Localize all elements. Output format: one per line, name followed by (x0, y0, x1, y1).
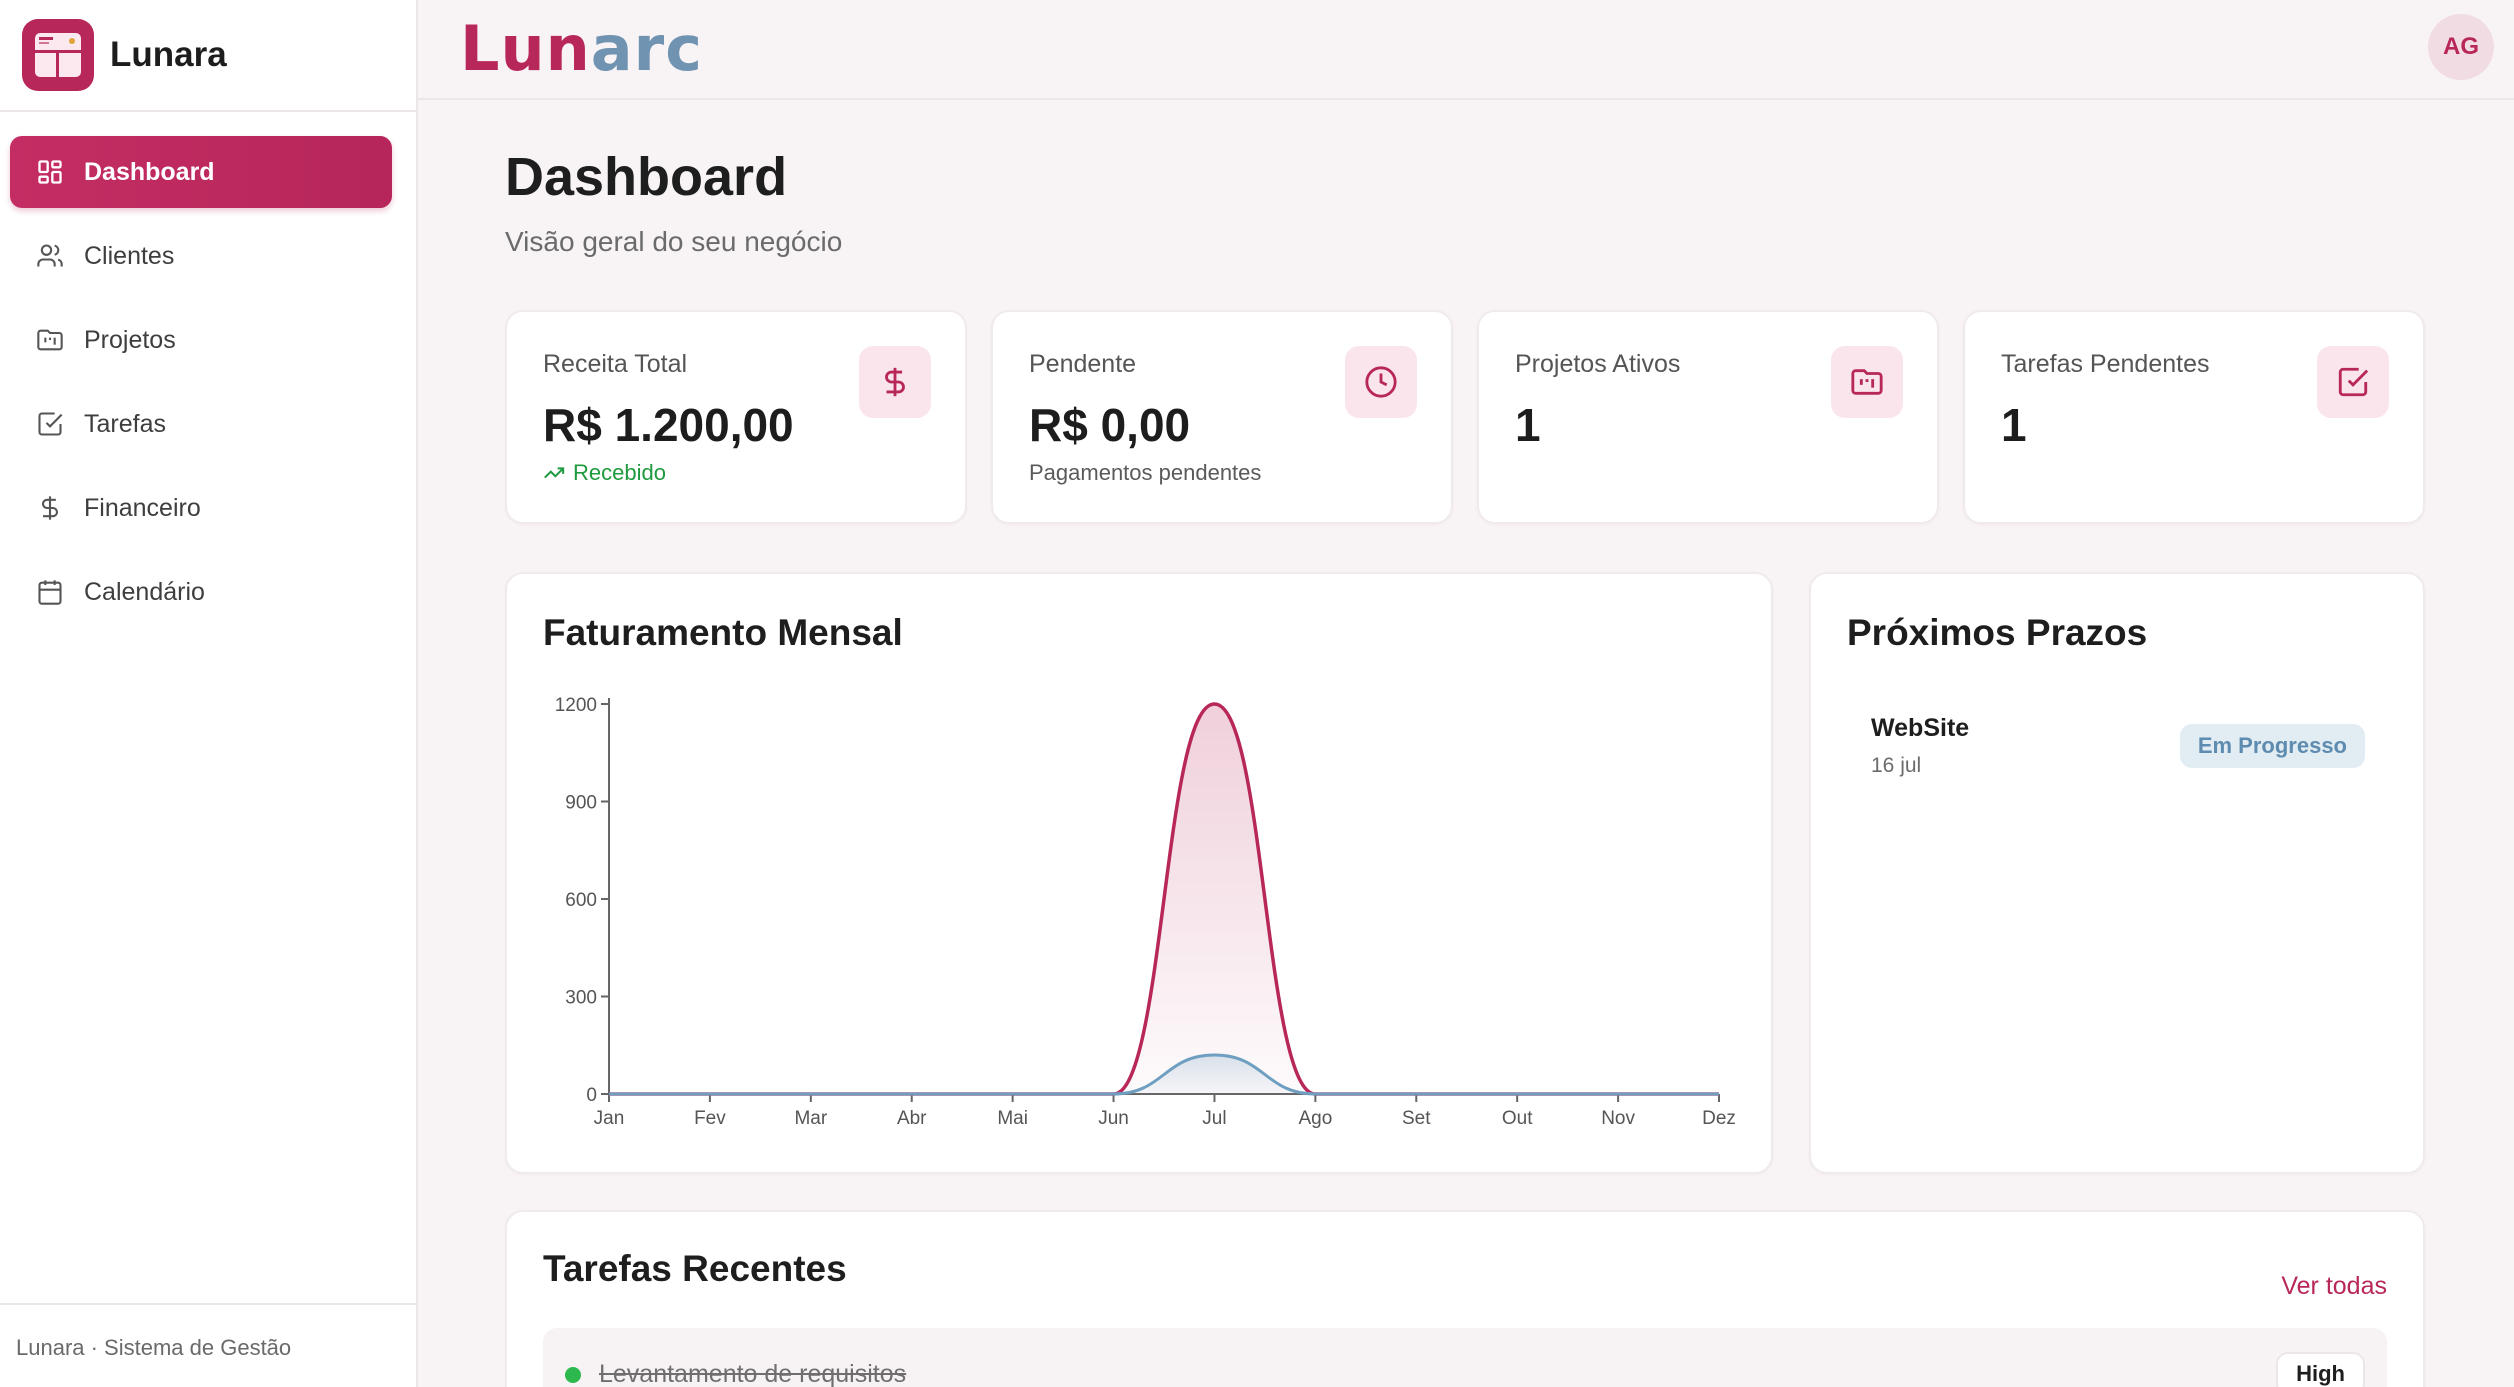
stat-card-tarefas-pendentes: Tarefas Pendentes 1 (1963, 310, 2425, 524)
stat-label: Projetos Ativos (1515, 350, 1681, 378)
x-tick-label: Set (1402, 1108, 1431, 1129)
brand-name: Lunara (110, 35, 227, 74)
stat-value: R$ 1.200,00 (543, 399, 794, 451)
sidebar: Lunara Dashboard Clientes Projetos Taref… (0, 0, 418, 1387)
y-tick-label: 900 (565, 793, 597, 814)
deadlines-card: Próximos Prazos WebSite 16 jul Em Progre… (1809, 572, 2425, 1174)
folder-kanban-icon (36, 326, 64, 354)
task-row[interactable]: Levantamento de requisitos High (543, 1328, 2387, 1387)
x-tick-label: Ago (1298, 1108, 1332, 1129)
sidebar-item-label: Tarefas (84, 409, 166, 438)
dollar-icon (36, 494, 64, 522)
clock-icon (1345, 346, 1417, 418)
y-tick-label: 300 (565, 988, 597, 1009)
x-tick-label: Jul (1202, 1108, 1226, 1129)
stat-value: 1 (2001, 399, 2027, 451)
recent-tasks-title: Tarefas Recentes (543, 1248, 847, 1289)
stat-card-projetos-ativos: Projetos Ativos 1 (1477, 310, 1939, 524)
user-avatar[interactable]: AG (2428, 14, 2494, 80)
sidebar-item-calendario[interactable]: Calendário (10, 556, 392, 628)
calendar-icon (36, 578, 64, 606)
x-tick-label: Fev (694, 1108, 726, 1129)
x-tick-label: Mar (794, 1108, 827, 1129)
priority-badge: High (2276, 1352, 2365, 1387)
dollar-icon (859, 346, 931, 418)
stat-label: Pendente (1029, 350, 1137, 378)
x-tick-label: Jan (594, 1108, 625, 1129)
check-square-icon (2317, 346, 2389, 418)
sidebar-item-clientes[interactable]: Clientes (10, 220, 392, 292)
sidebar-item-label: Calendário (84, 577, 205, 606)
folder-kanban-icon (1831, 346, 1903, 418)
stat-card-receita: Receita Total R$ 1.200,00 Recebido (505, 310, 967, 524)
x-tick-label: Nov (1601, 1108, 1635, 1129)
page-title: Dashboard (505, 147, 788, 207)
x-tick-label: Out (1502, 1108, 1533, 1129)
page-subtitle: Visão geral do seu negócio (505, 226, 843, 257)
top-header: Lunarc AG (418, 0, 2514, 100)
stat-label: Receita Total (543, 350, 688, 378)
sidebar-footer: Lunara · Sistema de Gestão (0, 1303, 416, 1387)
stat-label: Tarefas Pendentes (2001, 350, 2210, 378)
sidebar-item-label: Clientes (84, 241, 175, 270)
x-tick-label: Mai (997, 1108, 1028, 1129)
dashboard-icon (36, 158, 64, 186)
sidebar-nav: Dashboard Clientes Projetos Tarefas Fina… (0, 112, 416, 628)
sidebar-item-label: Projetos (84, 325, 176, 354)
deadline-date: 16 jul (1871, 754, 1922, 777)
sidebar-item-label: Financeiro (84, 493, 201, 522)
revenue-chart: 0 300 600 900 1200 Jan Fev Mar Abr Mai Jun Jul Ago Se… (555, 695, 1736, 1129)
task-status-dot (565, 1367, 581, 1383)
x-tick-label: Dez (1702, 1108, 1736, 1129)
recent-tasks-card: Tarefas Recentes Ver todas Levantamento … (505, 1210, 2425, 1387)
sidebar-item-tarefas[interactable]: Tarefas (10, 388, 392, 460)
y-tick-label: 600 (565, 890, 597, 911)
wordmark-part-2: arc (590, 12, 703, 85)
brand[interactable]: Lunara (0, 0, 416, 112)
lunara-logo-icon (22, 19, 94, 91)
task-name: Levantamento de requisitos (599, 1360, 907, 1387)
sidebar-item-label: Dashboard (84, 157, 215, 186)
y-tick-label: 0 (586, 1085, 597, 1106)
deadline-name: WebSite (1871, 714, 1970, 742)
users-icon (36, 242, 64, 270)
sidebar-item-financeiro[interactable]: Financeiro (10, 472, 392, 544)
stat-note-text: Recebido (573, 460, 666, 485)
stat-card-pendente: Pendente R$ 0,00 Pagamentos pendentes (991, 310, 1453, 524)
trending-up-icon (544, 467, 565, 479)
x-tick-label: Abr (897, 1108, 927, 1129)
stat-value: R$ 0,00 (1029, 399, 1191, 451)
stat-value: 1 (1515, 399, 1541, 451)
sidebar-item-projetos[interactable]: Projetos (10, 304, 392, 376)
deadlines-title: Próximos Prazos (1847, 612, 2148, 653)
y-tick-label: 1200 (555, 695, 597, 716)
stat-note: Pagamentos pendentes (1029, 460, 1262, 485)
view-all-link[interactable]: Ver todas (2281, 1272, 2387, 1301)
sidebar-item-dashboard[interactable]: Dashboard (10, 136, 392, 208)
lunarc-wordmark[interactable]: Lunarc (460, 14, 703, 84)
x-tick-label: Jun (1098, 1108, 1129, 1129)
stat-note: Recebido (543, 460, 666, 486)
revenue-chart-card: Faturamento Mensal 0 300 600 900 1200 Jan Fev M… (505, 572, 1773, 1174)
status-badge: Em Progresso (2179, 724, 2365, 768)
wordmark-part-1: Lun (460, 12, 591, 85)
check-square-icon (36, 410, 64, 438)
